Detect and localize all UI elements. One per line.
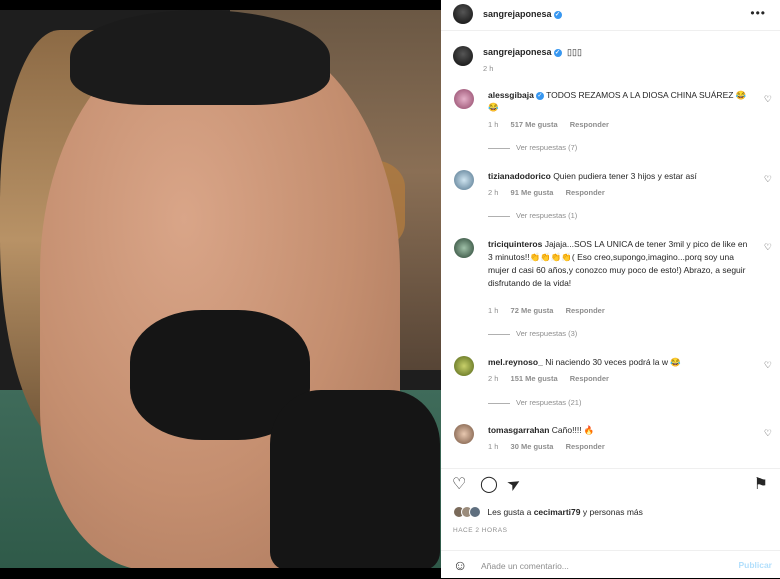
comment-meta: 1 h 517 Me gusta Responder	[488, 120, 619, 129]
comment-meta: 1 h 72 Me gusta Responder	[488, 306, 615, 315]
reply-button[interactable]: Responder	[566, 442, 605, 451]
comment-meta: 2 h 91 Me gusta Responder	[488, 188, 615, 197]
share-icon[interactable]: ➤	[504, 474, 524, 495]
verified-icon: ✓	[553, 10, 562, 19]
comment-text: Caño!!!! 🔥	[551, 425, 595, 435]
reply-button[interactable]: Responder	[570, 120, 609, 129]
commenter-avatar[interactable]	[454, 170, 474, 190]
commenter-avatar[interactable]	[454, 424, 474, 444]
caption-time: 2 h	[483, 64, 494, 73]
like-icon[interactable]: ♡	[452, 477, 466, 493]
comment-time: 1 h	[488, 306, 499, 315]
comment-meta: 2 h 151 Me gusta Responder	[488, 374, 619, 383]
reply-button[interactable]: Responder	[566, 188, 605, 197]
comment-like-icon[interactable]: ♡	[764, 174, 772, 185]
comment-likes[interactable]: 517 Me gusta	[511, 120, 558, 129]
caption: sangrejaponesa ✓ ▯▯▯ 2 h	[441, 40, 780, 80]
comment-likes[interactable]: 72 Me gusta	[511, 306, 554, 315]
reply-button[interactable]: Responder	[570, 374, 609, 383]
comment-icon[interactable]: ◯	[480, 477, 498, 493]
likes-user[interactable]: cecimarti79	[534, 507, 581, 517]
comment-text: Quien pudiera tener 3 hijos y estar así	[553, 171, 697, 181]
comment-text-row: triciquinteros Jajaja...SOS LA UNICA de …	[488, 238, 750, 290]
comment-text-row: alessgibaja ✓ TODOS REZAMOS A LA DIOSA CH…	[488, 89, 750, 113]
comment-text-row: tizianadodorico Quien pudiera tener 3 hi…	[488, 170, 750, 182]
comment-text-row: tomasgarrahan Caño!!!! 🔥	[488, 424, 750, 436]
post-time-ago: HACE 2 HORAS	[453, 527, 508, 534]
comment-username[interactable]: mel.reynoso_	[488, 357, 543, 367]
caption-avatar[interactable]	[453, 46, 473, 66]
likes-summary: Les gusta a cecimarti79 y personas más	[453, 506, 643, 518]
liker-avatar	[469, 506, 481, 518]
publish-button[interactable]: Publicar	[738, 560, 772, 570]
commenter-avatar[interactable]	[454, 356, 474, 376]
comment-time: 1 h	[488, 442, 499, 451]
comment-username[interactable]: tomasgarrahan	[488, 425, 549, 435]
author-avatar[interactable]	[453, 4, 473, 24]
comment-item: tomasgarrahan Caño!!!! 🔥 1 h 30 Me gusta…	[441, 422, 780, 462]
post-header: sangrejaponesa ✓ •••	[441, 0, 780, 31]
comment-like-icon[interactable]: ♡	[764, 94, 772, 105]
commenter-avatar[interactable]	[454, 89, 474, 109]
post-actions: ♡ ◯ ➤ ⚑	[441, 468, 780, 499]
caption-username[interactable]: sangrejaponesa	[483, 47, 552, 57]
post-photo[interactable]	[0, 10, 441, 568]
comment-like-icon[interactable]: ♡	[764, 428, 772, 439]
view-replies-label[interactable]: Ver respuestas (21)	[516, 398, 581, 407]
comment-like-icon[interactable]: ♡	[764, 242, 772, 253]
view-replies-button[interactable]: Ver respuestas (7)	[488, 143, 577, 152]
replies-line	[488, 215, 510, 217]
author-username[interactable]: sangrejaponesa	[483, 9, 552, 19]
comment-username[interactable]: triciquinteros	[488, 239, 542, 249]
view-replies-button[interactable]: Ver respuestas (1)	[488, 211, 577, 220]
comment-username[interactable]: tizianadodorico	[488, 171, 551, 181]
post-side-panel: sangrejaponesa ✓ ••• sangrejaponesa ✓ ▯▯▯ …	[441, 0, 780, 578]
replies-line	[488, 147, 510, 149]
verified-icon: ✓	[535, 91, 544, 100]
caption-text: ▯▯▯	[567, 47, 582, 57]
comment-likes[interactable]: 30 Me gusta	[511, 442, 554, 451]
view-replies-button[interactable]: Ver respuestas (3)	[488, 329, 577, 338]
comment-likes[interactable]: 91 Me gusta	[511, 188, 554, 197]
emoji-icon[interactable]: ☺	[453, 557, 467, 573]
comment-input[interactable]	[479, 557, 723, 575]
replies-line	[488, 402, 510, 404]
replies-line	[488, 333, 510, 335]
comment-item: alessgibaja ✓ TODOS REZAMOS A LA DIOSA CH…	[441, 86, 780, 156]
caption-text-row: sangrejaponesa ✓ ▯▯▯	[483, 47, 582, 58]
view-replies-label[interactable]: Ver respuestas (1)	[516, 211, 577, 220]
view-replies-button[interactable]: Ver respuestas (21)	[488, 398, 581, 407]
comment-likes[interactable]: 151 Me gusta	[511, 374, 558, 383]
comment-item: mel.reynoso_ Ni naciendo 30 veces podrá …	[441, 354, 780, 412]
bookmark-icon[interactable]: ⚑	[754, 477, 768, 493]
comment-text-row: mel.reynoso_ Ni naciendo 30 veces podrá …	[488, 356, 750, 368]
likes-suffix[interactable]: y personas más	[583, 507, 643, 517]
more-options-icon[interactable]: •••	[750, 6, 766, 20]
add-comment-bar: ☺ Publicar	[441, 550, 780, 579]
likes-prefix: Les gusta a	[487, 507, 532, 517]
reply-button[interactable]: Responder	[566, 306, 605, 315]
comment-time: 2 h	[488, 374, 499, 383]
view-replies-label[interactable]: Ver respuestas (7)	[516, 143, 577, 152]
comment-item: triciquinteros Jajaja...SOS LA UNICA de …	[441, 236, 780, 344]
verified-icon: ✓	[553, 48, 562, 57]
comment-username[interactable]: alessgibaja	[488, 90, 534, 100]
comment-like-icon[interactable]: ♡	[764, 360, 772, 371]
author-username-row[interactable]: sangrejaponesa ✓	[483, 9, 562, 19]
comment-time: 1 h	[488, 120, 499, 129]
commenter-avatar[interactable]	[454, 238, 474, 258]
photo-bikini-bottom	[270, 390, 440, 568]
photo-cap	[70, 10, 330, 105]
view-replies-label[interactable]: Ver respuestas (3)	[516, 329, 577, 338]
comment-meta: 1 h 30 Me gusta Responder	[488, 442, 615, 451]
comment-text: Ni naciendo 30 veces podrá la w 😂	[545, 357, 681, 367]
comment-item: tizianadodorico Quien pudiera tener 3 hi…	[441, 168, 780, 226]
comment-time: 2 h	[488, 188, 499, 197]
